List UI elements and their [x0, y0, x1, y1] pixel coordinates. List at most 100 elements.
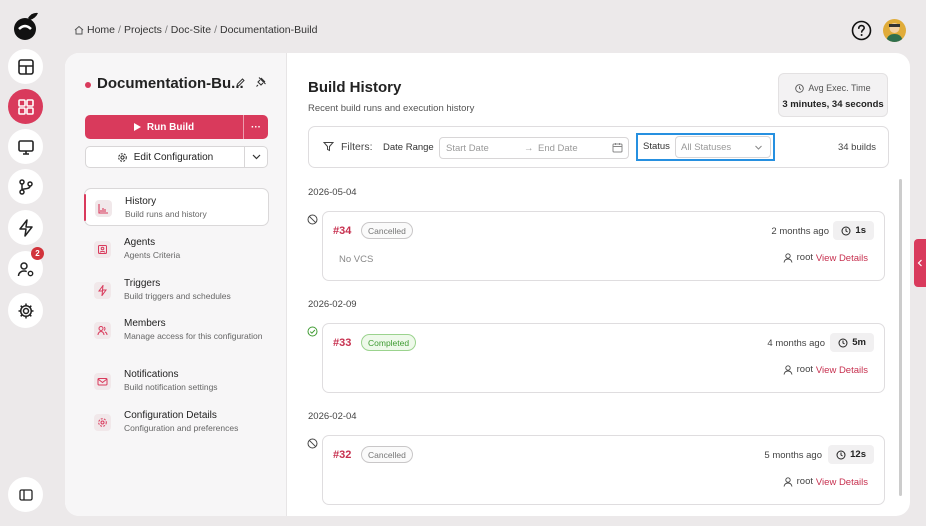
run-user-name: root	[796, 476, 813, 487]
pin-icon[interactable]	[255, 76, 267, 88]
dashboard-icon[interactable]	[8, 89, 43, 124]
run-user: root	[783, 252, 813, 263]
date-range-label: Date Range	[383, 142, 434, 153]
cancelled-icon	[307, 438, 318, 449]
start-date-field[interactable]: Start Date	[446, 143, 489, 154]
view-details-link[interactable]: View Details	[816, 365, 868, 376]
run-time-ago: 5 months ago	[764, 450, 822, 461]
lightning-icon[interactable]	[8, 210, 43, 245]
nav-subtitle: Agents Criteria	[124, 250, 181, 260]
run-user-name: root	[796, 364, 813, 375]
completed-icon	[307, 326, 318, 337]
filter-icon	[323, 142, 334, 152]
build-count: 34 builds	[837, 142, 876, 153]
date-header: 2026-02-09	[308, 299, 357, 310]
status-select[interactable]: All Statuses	[675, 136, 771, 158]
sidebar-toggle-icon[interactable]	[8, 477, 43, 512]
breadcrumb-home[interactable]: Home	[87, 24, 115, 36]
scrollbar[interactable]	[899, 179, 902, 496]
nav-item-configuration-details[interactable]: Configuration Details Configuration and …	[84, 403, 269, 441]
side-panel-toggle[interactable]	[914, 239, 926, 287]
gear-icon	[94, 414, 111, 431]
nav-title: Triggers	[124, 278, 161, 289]
clock-icon	[841, 226, 851, 235]
duration-value: 5m	[852, 337, 866, 348]
duration-value: 12s	[850, 449, 866, 460]
members-icon	[94, 322, 111, 339]
view-details-link[interactable]: View Details	[816, 253, 868, 264]
nav-item-notifications[interactable]: Notifications Build notification setting…	[84, 362, 269, 400]
run-number[interactable]: #34	[333, 225, 351, 237]
edit-configuration-main[interactable]: Edit Configuration	[86, 147, 245, 167]
filters-label: Filters:	[341, 141, 373, 153]
status-badge: Cancelled	[361, 222, 413, 239]
run-time-ago: 4 months ago	[767, 338, 825, 349]
mail-icon	[94, 373, 111, 390]
page-subtitle: Recent build runs and execution history	[308, 103, 475, 114]
nav-title: Members	[124, 318, 166, 329]
nav-item-members[interactable]: Members Manage access for this configura…	[84, 311, 269, 355]
duration-badge: 5m	[830, 333, 874, 352]
status-filter-highlight: Status All Statuses	[636, 133, 775, 161]
duration-value: 1s	[855, 225, 866, 236]
active-indicator	[84, 194, 86, 221]
nav-title: Notifications	[124, 369, 179, 380]
breadcrumb-projects[interactable]: Projects	[124, 24, 162, 36]
run-user-name: root	[796, 252, 813, 263]
clock-icon	[838, 338, 848, 347]
breadcrumb-site[interactable]: Doc-Site	[171, 24, 211, 36]
breadcrumb-separator: /	[164, 24, 168, 36]
app-logo[interactable]	[10, 10, 42, 42]
monitor-icon[interactable]	[8, 129, 43, 164]
run-time-ago: 2 months ago	[771, 226, 829, 237]
run-number[interactable]: #33	[333, 337, 351, 349]
edit-pencil-icon[interactable]	[235, 77, 246, 88]
edit-configuration-button[interactable]: Edit Configuration	[85, 146, 268, 168]
settings-icon	[117, 152, 127, 162]
left-rail: 2	[0, 0, 52, 526]
nav-title: Configuration Details	[124, 410, 217, 421]
page-title: Build History	[308, 79, 402, 96]
status-badge: Completed	[361, 334, 417, 351]
duration-badge: 12s	[828, 445, 874, 464]
edit-configuration-label: Edit Configuration	[133, 151, 214, 163]
clock-icon	[836, 450, 846, 459]
config-sidebar: Documentation-Bu... Run Build ··· Edit C…	[65, 53, 287, 516]
nav-item-history[interactable]: History Build runs and history	[84, 188, 269, 226]
breadcrumb-separator: /	[214, 24, 217, 36]
duration-badge: 1s	[833, 221, 874, 240]
filters-bar: Filters: Date Range Start Date → End Dat…	[308, 126, 889, 168]
status-select-value: All Statuses	[681, 142, 732, 153]
arrow-icon: →	[524, 143, 534, 154]
home-icon[interactable]	[74, 25, 84, 35]
run-build-main[interactable]: Run Build	[85, 115, 244, 139]
end-date-field[interactable]: End Date	[538, 143, 578, 154]
cancelled-icon	[307, 214, 318, 225]
help-icon[interactable]	[851, 20, 872, 41]
run-number[interactable]: #32	[333, 449, 351, 461]
gear-icon[interactable]	[8, 293, 43, 328]
layout-icon[interactable]	[8, 49, 43, 84]
run-user: root	[783, 476, 813, 487]
nav-item-triggers[interactable]: Triggers Build triggers and schedules	[84, 271, 269, 309]
date-range-picker[interactable]: Start Date → End Date	[439, 137, 629, 159]
users-settings-icon[interactable]: 2	[8, 247, 44, 286]
chevron-down-icon[interactable]	[245, 147, 267, 167]
run-more-button[interactable]: ···	[244, 115, 268, 139]
run-user: root	[783, 364, 813, 375]
avatar[interactable]	[883, 19, 906, 42]
run-build-button[interactable]: Run Build ···	[85, 115, 268, 139]
build-run-card[interactable]: #34 Cancelled 2 months ago 1s No VCS roo…	[322, 211, 885, 281]
build-run-card[interactable]: #33 Completed 4 months ago 5m root View …	[322, 323, 885, 393]
nav-item-agents[interactable]: Agents Agents Criteria	[84, 230, 269, 268]
view-details-link[interactable]: View Details	[816, 477, 868, 488]
breadcrumb: Home / Projects / Doc-Site / Documentati…	[74, 24, 317, 36]
build-run-card[interactable]: #32 Cancelled 5 months ago 12s root View…	[322, 435, 885, 505]
breadcrumb-separator: /	[118, 24, 121, 36]
nav-subtitle: Build runs and history	[125, 209, 207, 219]
nav-subtitle: Build notification settings	[124, 382, 218, 392]
branch-icon[interactable]	[8, 169, 43, 204]
calendar-icon[interactable]	[612, 142, 623, 153]
chevron-left-icon	[917, 259, 922, 267]
status-label: Status	[643, 141, 670, 152]
